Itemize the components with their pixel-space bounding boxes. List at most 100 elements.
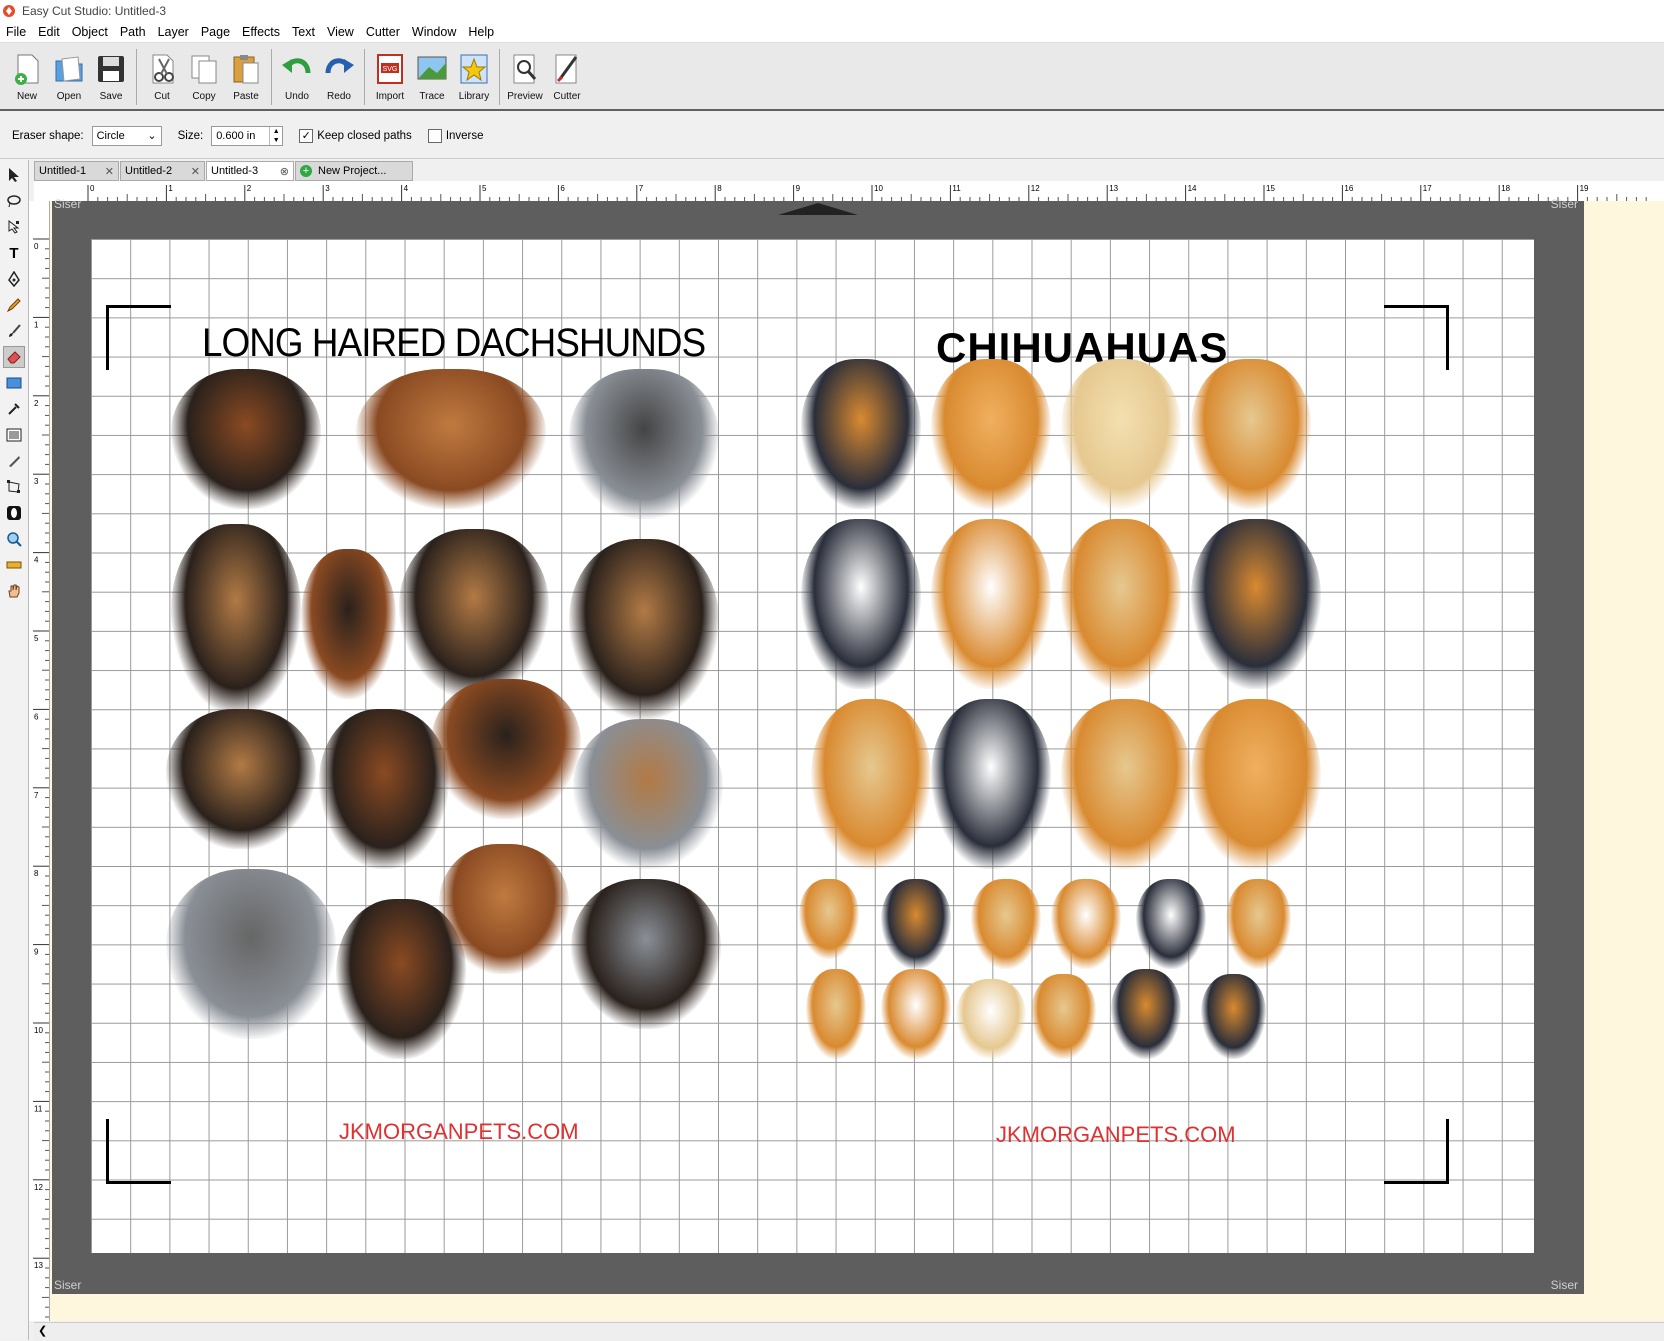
dog-illustration[interactable] xyxy=(1061,699,1191,869)
dog-illustration[interactable] xyxy=(1226,879,1291,969)
tab-new-project[interactable]: + New Project... xyxy=(295,161,413,181)
dog-illustration[interactable] xyxy=(1111,969,1181,1059)
open-button[interactable]: Open xyxy=(48,43,90,107)
dog-illustration[interactable] xyxy=(801,359,921,509)
library-button[interactable]: Library xyxy=(453,43,495,107)
shape-tool[interactable] xyxy=(3,372,25,394)
menu-cutter[interactable]: Cutter xyxy=(360,25,406,39)
menu-file[interactable]: File xyxy=(0,25,32,39)
dog-illustration[interactable] xyxy=(1061,359,1181,509)
dog-illustration[interactable] xyxy=(1191,519,1321,689)
tab-untitled-3[interactable]: Untitled-3 ⊗ xyxy=(206,161,294,181)
node-edit-tool[interactable] xyxy=(3,216,25,238)
dog-illustration[interactable] xyxy=(1201,974,1266,1059)
dog-illustration[interactable] xyxy=(1031,974,1096,1059)
dog-illustration[interactable] xyxy=(171,524,301,714)
right-url-text[interactable]: JKMORGANPETS.COM xyxy=(996,1122,1236,1148)
dog-illustration[interactable] xyxy=(956,979,1026,1059)
menu-window[interactable]: Window xyxy=(406,25,462,39)
dog-illustration[interactable] xyxy=(171,369,321,509)
dog-illustration[interactable] xyxy=(431,679,581,819)
spin-down-icon[interactable]: ▼ xyxy=(270,136,282,145)
dog-illustration[interactable] xyxy=(1191,699,1321,869)
menu-view[interactable]: View xyxy=(321,25,360,39)
dog-illustration[interactable] xyxy=(301,549,396,699)
dog-illustration[interactable] xyxy=(806,969,866,1059)
measure-tool[interactable] xyxy=(3,554,25,576)
cut-button[interactable]: Cut xyxy=(141,43,183,107)
select-tool[interactable] xyxy=(3,164,25,186)
dog-illustration[interactable] xyxy=(931,359,1051,509)
text-tool[interactable]: T xyxy=(3,242,25,264)
eraser-tool[interactable] xyxy=(3,346,25,368)
close-icon[interactable]: ✕ xyxy=(105,165,114,178)
menu-layer[interactable]: Layer xyxy=(152,25,195,39)
dog-illustration[interactable] xyxy=(569,369,719,519)
eyedropper-tool[interactable] xyxy=(3,398,25,420)
tab-untitled-2[interactable]: Untitled-2 ✕ xyxy=(120,161,205,181)
tab-untitled-1[interactable]: Untitled-1 ✕ xyxy=(34,161,119,181)
pencil-tool[interactable] xyxy=(3,294,25,316)
fill-tool[interactable] xyxy=(3,424,25,446)
knife-tool[interactable] xyxy=(3,450,25,472)
dog-illustration[interactable] xyxy=(1061,519,1181,689)
menu-edit[interactable]: Edit xyxy=(32,25,66,39)
new-button[interactable]: New xyxy=(6,43,48,107)
copy-button[interactable]: Copy xyxy=(183,43,225,107)
left-url-text[interactable]: JKMORGANPETS.COM xyxy=(339,1119,579,1145)
preview-button[interactable]: Preview xyxy=(504,43,546,107)
menu-object[interactable]: Object xyxy=(66,25,114,39)
dog-illustration[interactable] xyxy=(166,869,336,1039)
dog-illustration[interactable] xyxy=(319,709,449,869)
dog-illustration[interactable] xyxy=(1051,879,1121,969)
menu-page[interactable]: Page xyxy=(195,25,236,39)
dog-illustration[interactable] xyxy=(166,709,316,849)
dog-illustration[interactable] xyxy=(799,879,859,959)
lasso-tool[interactable] xyxy=(3,190,25,212)
scroll-left-icon[interactable]: ❮ xyxy=(38,1325,47,1337)
cutter-button[interactable]: Cutter xyxy=(546,43,588,107)
dog-illustration[interactable] xyxy=(1191,359,1311,509)
design-page[interactable]: LONG HAIRED DACHSHUNDS CHIHUAHUAS JKMORG… xyxy=(91,239,1534,1253)
dog-illustration[interactable] xyxy=(569,539,719,719)
paste-button[interactable]: Paste xyxy=(225,43,267,107)
dachshund-title[interactable]: LONG HAIRED DACHSHUNDS xyxy=(202,321,706,366)
size-input[interactable]: 0.600 in ▲ ▼ xyxy=(211,125,284,146)
pen-tool[interactable] xyxy=(3,268,25,290)
eraser-shape-select[interactable]: Circle ⌄ xyxy=(91,125,162,146)
keep-closed-paths-checkbox[interactable]: ✓ xyxy=(299,128,314,143)
horizontal-scrollbar[interactable]: ❮ xyxy=(34,1322,1664,1341)
contour-tool[interactable] xyxy=(3,502,25,524)
close-icon[interactable]: ✕ xyxy=(191,165,200,178)
dog-illustration[interactable] xyxy=(971,879,1041,969)
pan-tool[interactable] xyxy=(3,580,25,602)
dog-illustration[interactable] xyxy=(573,719,723,869)
size-stepper[interactable]: ▲ ▼ xyxy=(269,126,282,145)
dog-illustration[interactable] xyxy=(399,529,549,699)
menu-text[interactable]: Text xyxy=(286,25,321,39)
trace-button[interactable]: Trace xyxy=(411,43,453,107)
import-button[interactable]: SVG Import xyxy=(369,43,411,107)
undo-button[interactable]: Undo xyxy=(276,43,318,107)
dog-illustration[interactable] xyxy=(801,519,921,689)
dog-illustration[interactable] xyxy=(881,969,951,1059)
dog-illustration[interactable] xyxy=(356,369,546,509)
dog-illustration[interactable] xyxy=(811,699,931,869)
close-circle-icon[interactable]: ⊗ xyxy=(280,165,289,178)
menu-help[interactable]: Help xyxy=(462,25,500,39)
inverse-checkbox[interactable] xyxy=(427,128,442,143)
menu-path[interactable]: Path xyxy=(114,25,152,39)
dog-illustration[interactable] xyxy=(439,844,569,974)
brush-tool[interactable] xyxy=(3,320,25,342)
zoom-tool[interactable] xyxy=(3,528,25,550)
dog-illustration[interactable] xyxy=(1136,879,1206,969)
menu-effects[interactable]: Effects xyxy=(236,25,286,39)
dog-illustration[interactable] xyxy=(571,879,721,1029)
save-button[interactable]: Save xyxy=(90,43,132,107)
spin-up-icon[interactable]: ▲ xyxy=(270,127,282,136)
redo-button[interactable]: Redo xyxy=(318,43,360,107)
dog-illustration[interactable] xyxy=(931,699,1051,869)
dog-illustration[interactable] xyxy=(931,519,1051,689)
dog-illustration[interactable] xyxy=(881,879,951,969)
transform-tool[interactable] xyxy=(3,476,25,498)
